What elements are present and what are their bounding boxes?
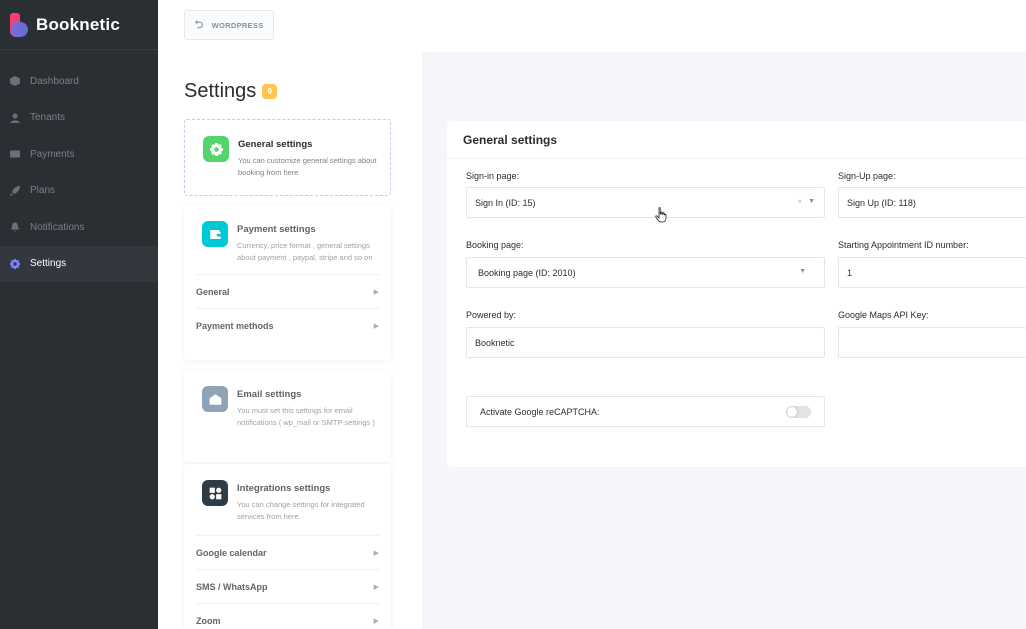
general-settings-card[interactable]: General settings You can customize gener… — [184, 119, 391, 196]
settings-count-badge: 9 — [262, 84, 278, 99]
signup-page-label: Sign-Up page: — [838, 171, 896, 181]
signup-page-select[interactable]: Sign Up (ID: 118) — [838, 187, 1026, 218]
sidebar-item-settings[interactable]: Settings — [0, 245, 158, 282]
google-maps-key-label: Google Maps API Key: — [838, 310, 929, 320]
sidebar-item-label: Dashboard — [30, 75, 79, 87]
integrations-settings-card[interactable]: Integrations settings You can change set… — [184, 464, 391, 629]
booking-page-label: Booking page: — [466, 240, 524, 250]
envelope-icon — [202, 386, 228, 412]
card-title: Integrations settings — [237, 483, 331, 494]
starting-id-label: Starting Appointment ID number: — [838, 240, 969, 250]
wordpress-back-button[interactable]: ⮌ WORDPRESS — [184, 10, 274, 40]
rocket-icon — [10, 185, 20, 196]
sidebar-item-label: Settings — [30, 258, 67, 270]
sidebar-item-label: Payments — [30, 148, 75, 160]
sidebar-item-label: Tenants — [30, 112, 66, 124]
settings-menu: Settings 9 General settings You can cust… — [158, 52, 422, 629]
card-description: You can change settings for integrated s… — [237, 500, 365, 521]
credit-card-icon — [10, 149, 20, 159]
general-settings-panel: General settings Sign-in page: Sign In (… — [447, 121, 1026, 467]
recaptcha-label: Activate Google reCAPTCHA: — [480, 406, 600, 417]
powered-by-label: Powered by: — [466, 310, 517, 320]
chevron-right-icon: ▶ — [373, 322, 379, 330]
card-description: You can customize general settings about… — [238, 156, 377, 177]
sidebar-item-notifications[interactable]: Notifications — [0, 209, 158, 246]
booknetic-logo-icon — [10, 12, 28, 37]
chevron-down-icon: ▼ — [808, 198, 815, 205]
sidebar-item-label: Plans — [30, 185, 56, 197]
user-icon — [10, 113, 20, 123]
card-title: Email settings — [237, 389, 302, 400]
chevron-down-icon: ▼ — [799, 268, 806, 275]
submenu-payment-methods[interactable]: Payment methods ▶ — [196, 308, 379, 342]
top-bar: ⮌ WORDPRESS — [158, 0, 1026, 52]
bell-icon — [10, 222, 20, 233]
card-title: Payment settings — [237, 224, 316, 235]
wallet-icon — [202, 221, 228, 247]
card-title: General settings — [238, 139, 313, 150]
email-settings-card[interactable]: Email settings You must set this setting… — [184, 370, 391, 462]
sidebar-item-tenants[interactable]: Tenants — [0, 100, 158, 137]
sidebar: Booknetic Dashboard Tenants Payments Pla… — [0, 0, 158, 629]
chevron-right-icon: ▶ — [373, 288, 379, 296]
hand-cursor-icon — [655, 207, 667, 223]
recaptcha-row: Activate Google reCAPTCHA: — [466, 396, 825, 427]
chevron-right-icon: ▶ — [373, 583, 379, 591]
cube-icon — [10, 76, 20, 87]
brand[interactable]: Booknetic — [0, 0, 158, 50]
sidebar-item-label: Notifications — [30, 221, 85, 233]
integrations-icon — [202, 480, 228, 506]
submenu-general[interactable]: General ▶ — [196, 274, 379, 308]
google-maps-key-input[interactable] — [838, 327, 1026, 358]
chevron-right-icon: ▶ — [373, 617, 379, 625]
booking-page-select[interactable]: Booking page (ID: 2010) ▼ — [466, 257, 825, 288]
panel-title: General settings — [447, 121, 1026, 159]
card-description: You must set this settings for email not… — [237, 406, 375, 427]
brand-name: Booknetic — [36, 14, 120, 34]
submenu-sms-whatsapp[interactable]: SMS / WhatsApp ▶ — [196, 569, 379, 603]
recaptcha-toggle[interactable] — [786, 406, 811, 418]
gear-icon — [203, 136, 229, 162]
chevron-right-icon: ▶ — [373, 549, 379, 557]
submenu-zoom[interactable]: Zoom ▶ — [196, 603, 379, 629]
sidebar-item-dashboard[interactable]: Dashboard — [0, 63, 158, 100]
page-title: Settings 9 — [184, 80, 278, 103]
signin-page-select[interactable]: Sign In (ID: 15) × ▼ — [466, 187, 825, 218]
payment-settings-card[interactable]: Payment settings Currency, price format … — [184, 205, 391, 360]
card-description: Currency, price format , general setting… — [237, 241, 373, 262]
submenu-google-calendar[interactable]: Google calendar ▶ — [196, 535, 379, 569]
signin-page-label: Sign-in page: — [466, 171, 520, 181]
sidebar-item-payments[interactable]: Payments — [0, 136, 158, 173]
starting-id-input[interactable]: 1 — [838, 257, 1026, 288]
sidebar-nav: Dashboard Tenants Payments Plans Notific… — [0, 63, 158, 282]
back-arrow-icon: ⮌ — [194, 18, 204, 31]
wordpress-label: WORDPRESS — [211, 20, 264, 30]
sidebar-item-plans[interactable]: Plans — [0, 173, 158, 210]
clear-icon[interactable]: × — [797, 197, 802, 206]
powered-by-input[interactable]: Booknetic — [466, 327, 825, 358]
gear-icon — [10, 258, 20, 269]
